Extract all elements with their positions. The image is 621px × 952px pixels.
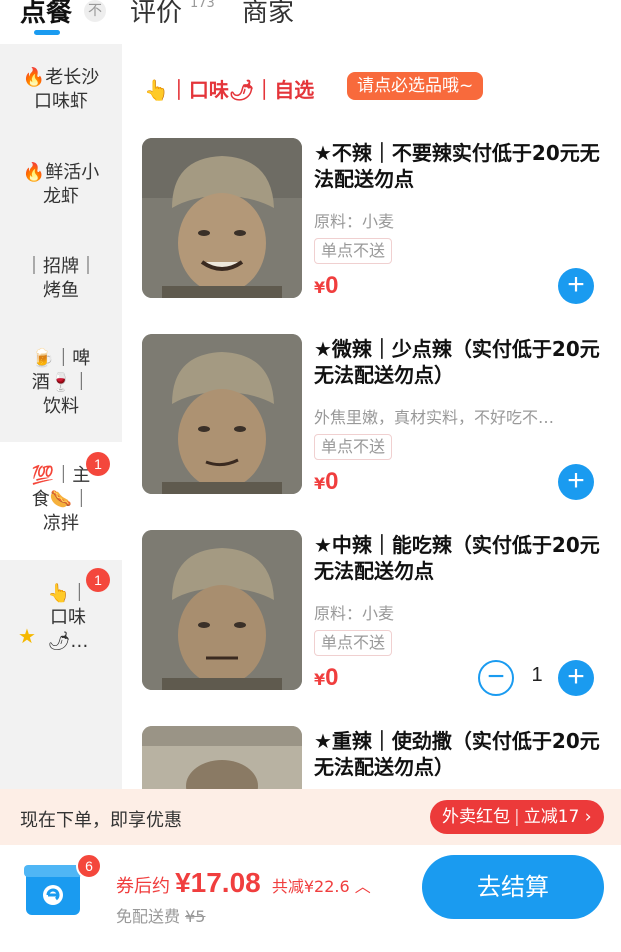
sidebar-item-drinks[interactable]: 🍺｜啤酒🍷｜饮料 (0, 347, 122, 419)
add-icon[interactable]: + (558, 464, 594, 500)
cart-bar: 6 券后约 ¥17.08 共减¥22.6 ︿ 免配送费 ¥5 去结算 (0, 845, 621, 952)
delivery-old-fee: ¥5 (185, 907, 206, 926)
product-description: 外焦里嫩，真材实料，不好吃不… (314, 408, 555, 427)
product-image[interactable] (142, 530, 302, 690)
cart-count-badge: 1 (86, 568, 110, 592)
product-item[interactable]: ★微辣｜少点辣（实付低于20元无法配送勿点） 外焦里嫩，真材实料，不好吃不… 单… (142, 334, 602, 500)
cart-total[interactable]: 券后约 ¥17.08 共减¥22.6 ︿ (116, 867, 371, 899)
delivery-fee: 免配送费 ¥5 (116, 903, 205, 927)
sidebar-item-label: 🍺｜啤酒🍷｜饮料 (31, 348, 91, 417)
active-tab-indicator (34, 30, 60, 35)
product-price: ¥0 (314, 664, 339, 692)
price-value: 0 (325, 468, 339, 495)
sidebar-item-label: 🔥老长沙口味虾 (22, 67, 100, 112)
cart-count-badge: 1 (86, 452, 110, 476)
red-packet-label: 外卖红包 (442, 807, 510, 827)
product-image[interactable] (142, 138, 302, 298)
add-icon[interactable]: + (558, 660, 594, 696)
section-title: 👆｜口味🌶｜自选 (144, 78, 315, 102)
sidebar-item-crayfish-changsha[interactable]: 🔥老长沙口味虾 (0, 66, 122, 114)
tab-order[interactable]: 点餐 (20, 0, 72, 29)
total-amount: ¥17.08 (175, 867, 261, 898)
sidebar-item-label: 🔥鲜活小龙虾 (22, 162, 100, 207)
sidebar-item-staple-cold-dishes[interactable]: 💯｜主食🌭｜凉拌 1 (0, 442, 122, 560)
sidebar-item-label: 💯｜主食🌭｜凉拌 (31, 465, 91, 534)
price-currency: ¥ (314, 474, 326, 493)
category-sidebar: 🔥老长沙口味虾 🔥鲜活小龙虾 ｜招牌｜烤鱼 🍺｜啤酒🍷｜饮料 💯｜主食🌭｜凉拌 … (0, 44, 122, 789)
soldier-photo-icon (142, 334, 302, 494)
quantity-value: 1 (531, 664, 543, 686)
product-note: 单点不送 (314, 630, 393, 656)
checkout-button[interactable]: 去结算 (422, 855, 604, 919)
product-title: ★不辣｜不要辣实付低于20元无法配送勿点 (314, 141, 600, 191)
product-description: 原料：小麦 (314, 212, 395, 231)
product-item[interactable]: ★中辣｜能吃辣（实付低于20元无法配送勿点 原料：小麦 单点不送 ¥0 − 1 … (142, 530, 602, 696)
sidebar-item-label: ｜招牌｜烤鱼 (25, 256, 97, 301)
minus-icon[interactable]: − (478, 660, 514, 696)
product-item[interactable]: ★重辣｜使劲撒（实付低于20元无法配送勿点） (142, 726, 602, 789)
required-tag: 请点必选品哦~ (347, 72, 484, 100)
cart-count-badge: 6 (76, 853, 102, 879)
price-currency: ¥ (314, 670, 326, 689)
price-value: 0 (325, 272, 339, 299)
product-price: ¥0 (314, 468, 339, 496)
product-list: 👆｜口味🌶｜自选 请点必选品哦~ ★不辣｜不要辣实付低于20元无法配送勿点 原料… (122, 44, 621, 789)
top-tab-bar: 点餐 不 评价 173 商家 (0, 0, 621, 44)
soldier-photo-icon (142, 138, 302, 298)
product-title: ★重辣｜使劲撒（实付低于20元无法配送勿点） (314, 729, 600, 779)
product-item[interactable]: ★不辣｜不要辣实付低于20元无法配送勿点 原料：小麦 单点不送 ¥0 + (142, 138, 602, 304)
product-note: 单点不送 (314, 434, 393, 460)
product-note: 单点不送 (314, 238, 393, 264)
sidebar-item-flavor[interactable]: ★ 👆｜口味🌶… 1 (0, 568, 122, 654)
promo-text: 现在下单，即享优惠 (20, 810, 182, 831)
add-icon[interactable]: + (558, 268, 594, 304)
total-label: 券后约 (116, 876, 170, 897)
product-image[interactable] (142, 726, 302, 789)
promo-bar: 现在下单，即享优惠 外卖红包 | 立减17 › (0, 789, 621, 845)
chevron-right-icon: › (584, 807, 592, 827)
sidebar-item-label: 👆｜口味🌶… (47, 583, 89, 652)
sidebar-item-live-crayfish[interactable]: 🔥鲜活小龙虾 (0, 161, 122, 209)
sidebar-item-grilled-fish[interactable]: ｜招牌｜烤鱼 (0, 255, 122, 303)
product-description: 原料：小麦 (314, 604, 395, 623)
cart-box-icon[interactable] (22, 857, 84, 919)
soldier-photo-icon (142, 530, 302, 690)
discount-label: 立减17 (523, 807, 580, 827)
saved-amount: 共减¥22.6 ︿ (271, 877, 371, 896)
product-price: ¥0 (314, 272, 339, 300)
pin-icon[interactable]: 不 (84, 0, 106, 22)
product-image[interactable] (142, 334, 302, 494)
tab-reviews[interactable]: 评价 (130, 0, 182, 29)
product-title: ★中辣｜能吃辣（实付低于20元无法配送勿点 (314, 533, 600, 583)
red-packet-button[interactable]: 外卖红包 | 立减17 › (430, 800, 604, 834)
product-title: ★微辣｜少点辣（实付低于20元无法配送勿点） (314, 337, 600, 387)
tab-merchant[interactable]: 商家 (242, 0, 294, 29)
review-count: 173 (190, 0, 215, 11)
soldier-photo-icon (142, 726, 302, 789)
price-value: 0 (325, 664, 339, 691)
price-currency: ¥ (314, 278, 326, 297)
delivery-label: 免配送费 (116, 907, 181, 926)
